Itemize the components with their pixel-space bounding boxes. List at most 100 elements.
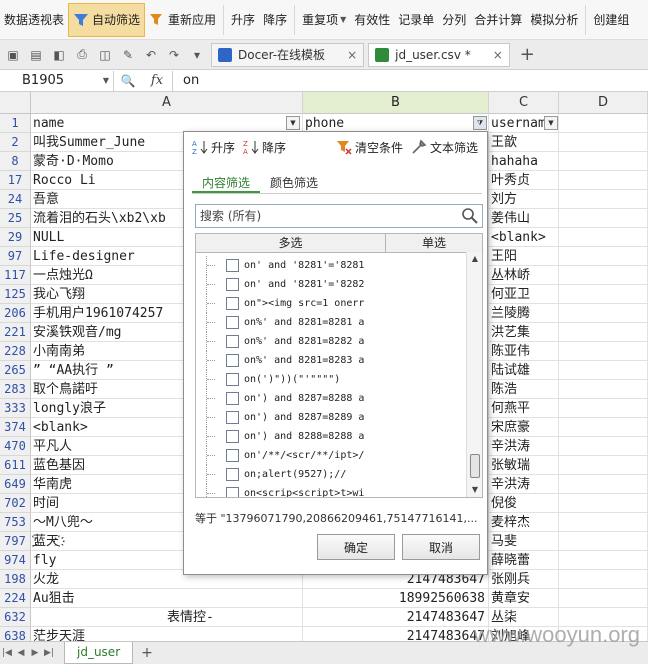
zoom-search-icon[interactable]: 🔍	[114, 74, 142, 88]
table-cell[interactable]	[559, 247, 648, 266]
redo-icon[interactable]: ↷	[164, 45, 184, 65]
table-cell[interactable]	[559, 494, 648, 513]
table-cell[interactable]	[559, 323, 648, 342]
checkbox[interactable]	[226, 468, 239, 481]
table-cell[interactable]: 王歆	[489, 133, 559, 152]
row-header[interactable]: 374	[0, 418, 31, 437]
column-header-a[interactable]: A	[31, 92, 303, 114]
sort-desc-button[interactable]: 降序	[259, 3, 291, 37]
checkbox[interactable]	[226, 259, 239, 272]
table-cell[interactable]	[559, 532, 648, 551]
row-header[interactable]: 1	[0, 114, 31, 133]
table-cell[interactable]: 叶秀贞	[489, 171, 559, 190]
table-cell[interactable]	[559, 570, 648, 589]
table-cell[interactable]: 洪艺集	[489, 323, 559, 342]
table-cell[interactable]	[559, 418, 648, 437]
row-header[interactable]: 24	[0, 190, 31, 209]
table-cell[interactable]	[559, 228, 648, 247]
undo-icon[interactable]: ↶	[141, 45, 161, 65]
filter-dropdown-icon[interactable]: ▼	[286, 116, 300, 130]
new-tab-plus-icon[interactable]: +	[520, 44, 535, 65]
table-cell[interactable]	[559, 171, 648, 190]
table-cell[interactable]	[559, 152, 648, 171]
checkbox[interactable]	[226, 373, 239, 386]
first-sheet-icon[interactable]: |◀	[0, 648, 14, 658]
list-item[interactable]: on') and 8287=8289 a	[196, 408, 464, 427]
popup-sort-desc-button[interactable]: ZA 降序	[243, 139, 286, 156]
whatif-button[interactable]: 模拟分析	[526, 3, 582, 37]
checkbox[interactable]	[226, 449, 239, 462]
text-to-columns-button[interactable]: 分列	[438, 3, 470, 37]
table-cell[interactable]: 18992560638	[303, 589, 489, 608]
list-scrollbar[interactable]: ▲ ▼	[466, 252, 482, 497]
multi-select-header[interactable]: 多选	[196, 234, 386, 252]
preview-icon[interactable]: ◫	[95, 45, 115, 65]
table-cell[interactable]	[559, 380, 648, 399]
table-cell[interactable]: 马斐	[489, 532, 559, 551]
table-cell[interactable]	[559, 551, 648, 570]
table-cell[interactable]	[559, 133, 648, 152]
table-cell[interactable]: hahaha	[489, 152, 559, 171]
checkbox[interactable]	[226, 487, 239, 497]
table-cell[interactable]	[559, 361, 648, 380]
table-cell[interactable]	[559, 209, 648, 228]
table-cell[interactable]: 兰陵腾	[489, 304, 559, 323]
row-header[interactable]: 333	[0, 399, 31, 418]
table-cell[interactable]: 倪俊	[489, 494, 559, 513]
duplicates-button[interactable]: 重复项 ▼	[298, 3, 350, 37]
active-filter-icon[interactable]: ⧩	[473, 116, 487, 130]
reapply-button[interactable]: 重新应用	[145, 3, 220, 37]
row-header[interactable]: 117	[0, 266, 31, 285]
list-item[interactable]: on%' and 8281=8283 a	[196, 351, 464, 370]
validity-button[interactable]: 有效性	[350, 3, 394, 37]
list-item[interactable]: on'/**/<scr/**/ipt>/	[196, 446, 464, 465]
table-cell[interactable]: 陈浩	[489, 380, 559, 399]
row-header[interactable]: 221	[0, 323, 31, 342]
row-header[interactable]: 632	[0, 608, 31, 627]
checkbox[interactable]	[226, 411, 239, 424]
table-cell[interactable]	[559, 475, 648, 494]
function-icon[interactable]: fx	[142, 73, 172, 88]
table-cell[interactable]: 陈亚伟	[489, 342, 559, 361]
checkbox[interactable]	[226, 392, 239, 405]
table-cell[interactable]: 麦梓杰	[489, 513, 559, 532]
table-cell[interactable]: 陆试雄	[489, 361, 559, 380]
filter-dropdown-icon[interactable]: ▼	[544, 116, 558, 130]
table-cell[interactable]: 何燕平	[489, 399, 559, 418]
tab-color-filter[interactable]: 颜色筛选	[260, 172, 328, 193]
print-icon[interactable]: ⎙	[72, 45, 92, 65]
table-cell[interactable]	[559, 285, 648, 304]
checkbox[interactable]	[226, 335, 239, 348]
formula-input[interactable]: on	[172, 70, 648, 91]
row-header[interactable]: 283	[0, 380, 31, 399]
close-icon[interactable]: ×	[347, 48, 357, 62]
table-cell[interactable]: 2147483647	[303, 608, 489, 627]
table-cell[interactable]: 刘方	[489, 190, 559, 209]
record-form-button[interactable]: 记录单	[394, 3, 438, 37]
column-header-c[interactable]: C	[489, 92, 559, 114]
open-icon[interactable]: ▤	[26, 45, 46, 65]
table-cell[interactable]: Au狙击	[31, 589, 303, 608]
table-cell[interactable]: <blank>	[489, 228, 559, 247]
table-cell[interactable]	[559, 342, 648, 361]
tab-docer[interactable]: Docer-在线模板 ×	[211, 42, 365, 67]
list-item[interactable]: on') and 8288=8288 a	[196, 427, 464, 446]
popup-sort-asc-button[interactable]: AZ 升序	[192, 139, 235, 156]
list-item[interactable]: on(')"))("'"""")	[196, 370, 464, 389]
close-icon[interactable]: ×	[493, 48, 503, 62]
sort-asc-button[interactable]: 升序	[227, 3, 259, 37]
customize-chevron-icon[interactable]: ▾	[187, 45, 207, 65]
ok-button[interactable]: 确定	[317, 534, 395, 560]
list-item[interactable]: on<scrip<script>t>wi	[196, 484, 464, 497]
table-cell[interactable]	[559, 437, 648, 456]
row-header[interactable]: 206	[0, 304, 31, 323]
row-header[interactable]: 29	[0, 228, 31, 247]
pivot-table-button[interactable]: 数据透视表	[0, 3, 68, 37]
checkbox[interactable]	[226, 430, 239, 443]
scroll-up-icon[interactable]: ▲	[467, 252, 482, 266]
row-header[interactable]: 649	[0, 475, 31, 494]
list-item[interactable]: on%' and 8281=8282 a	[196, 332, 464, 351]
scroll-down-icon[interactable]: ▼	[467, 483, 482, 497]
table-cell[interactable]	[559, 190, 648, 209]
group-button[interactable]: 创建组	[589, 3, 633, 37]
